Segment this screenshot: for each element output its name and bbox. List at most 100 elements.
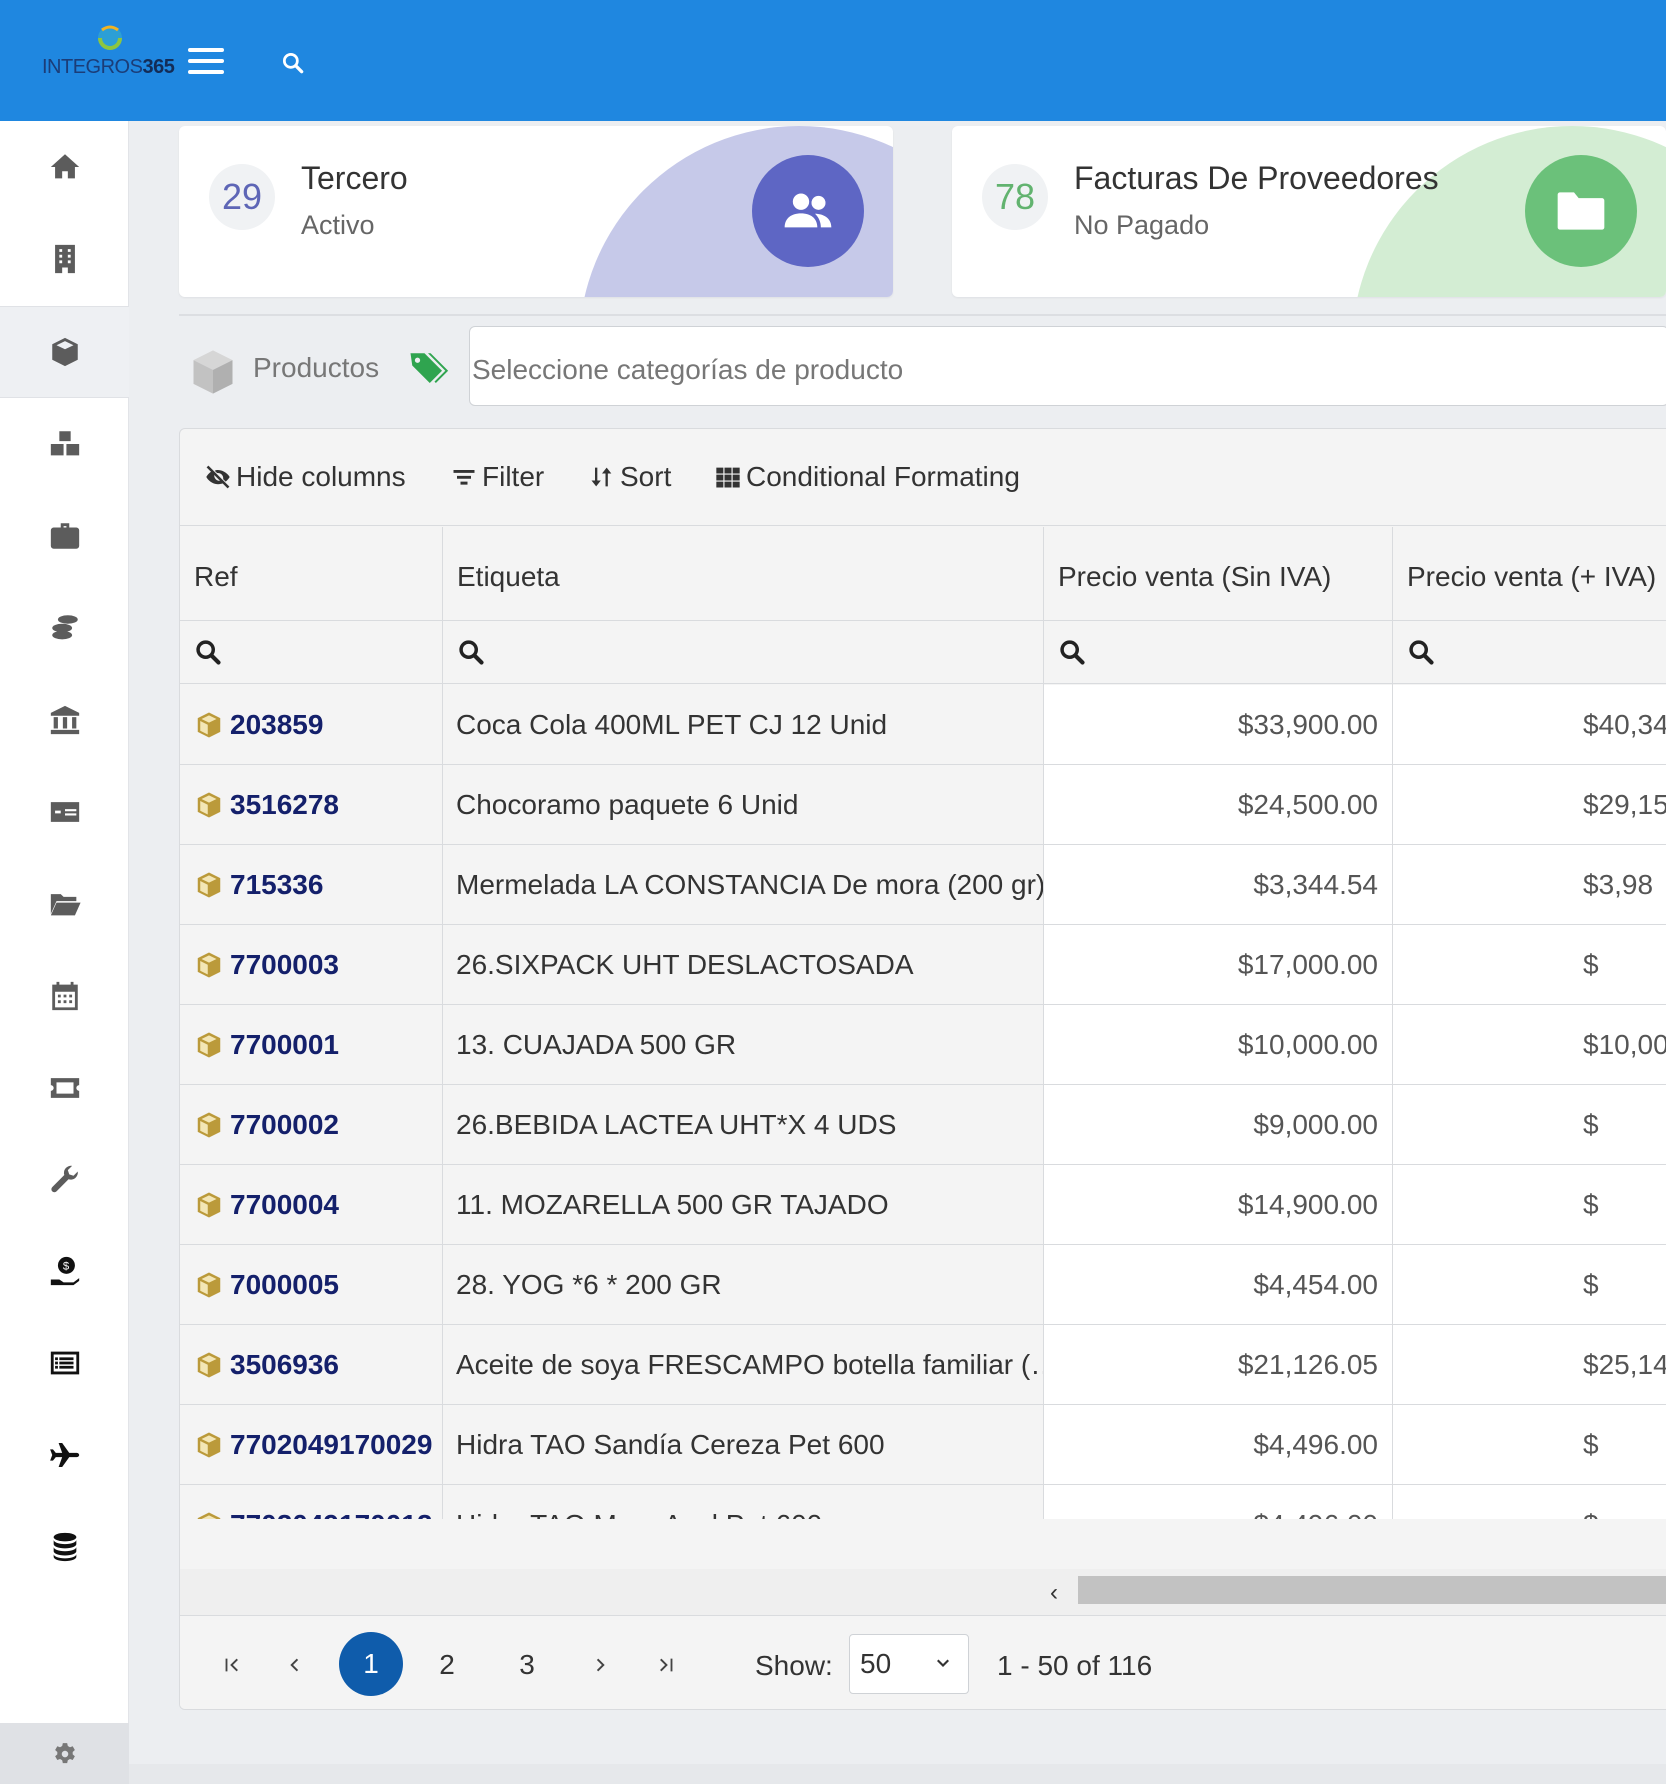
sidebar-item-tickets[interactable] — [0, 1042, 129, 1134]
table-row[interactable]: 715336 Mermelada LA CONSTANCIA De mora (… — [180, 845, 1666, 925]
table-row[interactable]: 7700004 11. MOZARELLA 500 GR TAJADO $14,… — [180, 1165, 1666, 1245]
product-box-icon — [197, 1112, 221, 1137]
briefcase-icon — [50, 523, 79, 549]
ref-link[interactable]: 715336 — [230, 869, 323, 901]
sidebar-item-settings[interactable] — [0, 1723, 129, 1784]
globe-logo-icon — [98, 25, 122, 50]
building-icon — [54, 244, 75, 274]
product-box-icon — [197, 712, 221, 737]
scrollbar-thumb[interactable] — [1078, 1576, 1666, 1604]
page-button-1[interactable]: 1 — [339, 1632, 403, 1696]
ref-link[interactable]: 7000005 — [230, 1269, 339, 1301]
column-divider — [442, 527, 443, 1519]
table-row[interactable]: 7700003 26.SIXPACK UHT DESLACTOSADA $17,… — [180, 925, 1666, 1005]
kpi-title: Facturas De Proveedores — [1074, 160, 1439, 196]
sort-label: Sort — [620, 461, 672, 492]
kpi-count: 29 — [209, 164, 275, 230]
page-button-3[interactable]: 3 — [502, 1634, 552, 1696]
ref-link[interactable]: 3516278 — [230, 789, 339, 821]
ref-link[interactable]: 3506936 — [230, 1349, 339, 1381]
page-size-select[interactable]: 50 — [849, 1634, 969, 1694]
grid-body: 203859 Coca Cola 400ML PET CJ 12 Unid $3… — [180, 685, 1666, 1519]
divider — [179, 314, 1666, 316]
page-size-value: 50 — [860, 1648, 892, 1679]
ref-link[interactable]: 7700001 — [230, 1029, 339, 1061]
sidebar-item-stock[interactable] — [0, 398, 129, 490]
table-row[interactable]: 7700002 26.BEBIDA LACTEA UHT*X 4 UDS $9,… — [180, 1085, 1666, 1165]
pagination-range: 1 - 50 of 116 — [997, 1650, 1153, 1681]
ref-cell: 7700002 — [180, 1085, 442, 1164]
column-search-etiqueta[interactable] — [443, 622, 1043, 684]
next-page-button[interactable] — [581, 1634, 621, 1696]
sidebar-item-finance[interactable] — [0, 582, 129, 674]
column-header-etiqueta[interactable]: Etiqueta — [443, 527, 1043, 621]
scroll-left-arrow-icon[interactable]: ‹ — [1050, 1579, 1070, 1607]
price-iva-cell: $ — [1393, 1485, 1666, 1519]
page-button-2[interactable]: 2 — [422, 1634, 472, 1696]
kpi-card-terceros[interactable]: 29 Tercero Activo — [179, 126, 893, 297]
sidebar-item-companies[interactable] — [0, 213, 129, 305]
sidebar-item-bank[interactable] — [0, 674, 129, 766]
column-search-precio-iva[interactable] — [1393, 622, 1666, 684]
sidebar-item-travel[interactable] — [0, 1409, 129, 1501]
sidebar-item-database[interactable] — [0, 1501, 129, 1593]
column-search-ref[interactable] — [180, 622, 442, 684]
last-page-button[interactable] — [646, 1634, 686, 1696]
ref-link[interactable]: 7702049170012 — [230, 1509, 432, 1520]
sidebar-item-documents[interactable] — [0, 858, 129, 950]
kpi-icon-button[interactable] — [752, 155, 864, 267]
ref-link[interactable]: 7700003 — [230, 949, 339, 981]
app-logo[interactable]: INTEGROS365 — [40, 18, 180, 88]
kpi-title: Tercero — [301, 160, 408, 196]
table-row[interactable]: 7702049170012 Hidra TAO Mora Azul Pet 60… — [180, 1485, 1666, 1519]
category-select-input[interactable] — [469, 326, 1666, 406]
label-cell: Coca Cola 400ML PET CJ 12 Unid — [443, 685, 1043, 764]
kpi-card-facturas[interactable]: 78 Facturas De Proveedores No Pagado — [952, 126, 1666, 297]
table-row[interactable]: 7700001 13. CUAJADA 500 GR $10,000.00 $1… — [180, 1005, 1666, 1085]
price-cell: $10,000.00 — [1044, 1005, 1392, 1084]
table-row[interactable]: 7702049170029 Hidra TAO Sandía Cereza Pe… — [180, 1405, 1666, 1485]
table-row[interactable]: 7000005 28. YOG *6 * 200 GR $4,454.00 $ — [180, 1245, 1666, 1325]
ref-link[interactable]: 203859 — [230, 709, 323, 741]
tag-icon — [410, 353, 449, 383]
kpi-icon-button[interactable] — [1525, 155, 1637, 267]
sidebar-item-agenda[interactable] — [0, 950, 129, 1042]
users-icon — [784, 193, 832, 228]
price-cell: $14,900.00 — [1044, 1165, 1392, 1244]
price-iva-cell: $ — [1393, 925, 1666, 1004]
menu-toggle-icon[interactable] — [188, 48, 224, 74]
previous-page-button[interactable] — [274, 1634, 314, 1696]
column-header-ref[interactable]: Ref — [180, 527, 442, 621]
column-header-precio-sin-iva[interactable]: Precio venta (Sin IVA) — [1044, 527, 1392, 621]
price-cell: $4,496.00 — [1044, 1405, 1392, 1484]
sort-button[interactable]: Sort — [588, 459, 671, 495]
sidebar-item-projects[interactable] — [0, 490, 129, 582]
table-row[interactable]: 203859 Coca Cola 400ML PET CJ 12 Unid $3… — [180, 685, 1666, 765]
ref-link[interactable]: 7700004 — [230, 1189, 339, 1221]
price-iva-cell: $10,00 — [1393, 1005, 1666, 1084]
database-icon — [53, 1532, 76, 1562]
product-box-icon — [197, 1032, 221, 1057]
sidebar-item-products[interactable] — [0, 306, 129, 398]
conditional-formatting-button[interactable]: Conditional Formating — [714, 459, 1020, 495]
ref-link[interactable]: 7700002 — [230, 1109, 339, 1141]
column-divider — [1392, 527, 1393, 1519]
sidebar-item-billing[interactable] — [0, 766, 129, 858]
ref-link[interactable]: 7702049170029 — [230, 1429, 432, 1461]
first-page-button[interactable] — [212, 1634, 252, 1696]
table-row[interactable]: 3516278 Chocoramo paquete 6 Unid $24,500… — [180, 765, 1666, 845]
search-icon — [1060, 640, 1085, 665]
sidebar-item-tools[interactable] — [0, 1134, 129, 1226]
label-cell: Mermelada LA CONSTANCIA De mora (200 gr) — [443, 845, 1043, 924]
column-search-precio-sin-iva[interactable] — [1044, 622, 1392, 684]
table-row[interactable]: 3506936 Aceite de soya FRESCAMPO botella… — [180, 1325, 1666, 1405]
hide-columns-button[interactable]: Hide columns — [204, 459, 406, 495]
column-header-precio-iva[interactable]: Precio venta (+ IVA) — [1393, 527, 1666, 621]
sidebar-item-lists[interactable] — [0, 1317, 129, 1409]
label-cell: 13. CUAJADA 500 GR — [443, 1005, 1043, 1084]
filter-button[interactable]: Filter — [450, 459, 544, 495]
sidebar-item-home[interactable] — [0, 121, 129, 213]
search-icon[interactable] — [280, 50, 306, 76]
sidebar: $ — [0, 121, 129, 1784]
sidebar-item-payments[interactable]: $ — [0, 1225, 129, 1317]
